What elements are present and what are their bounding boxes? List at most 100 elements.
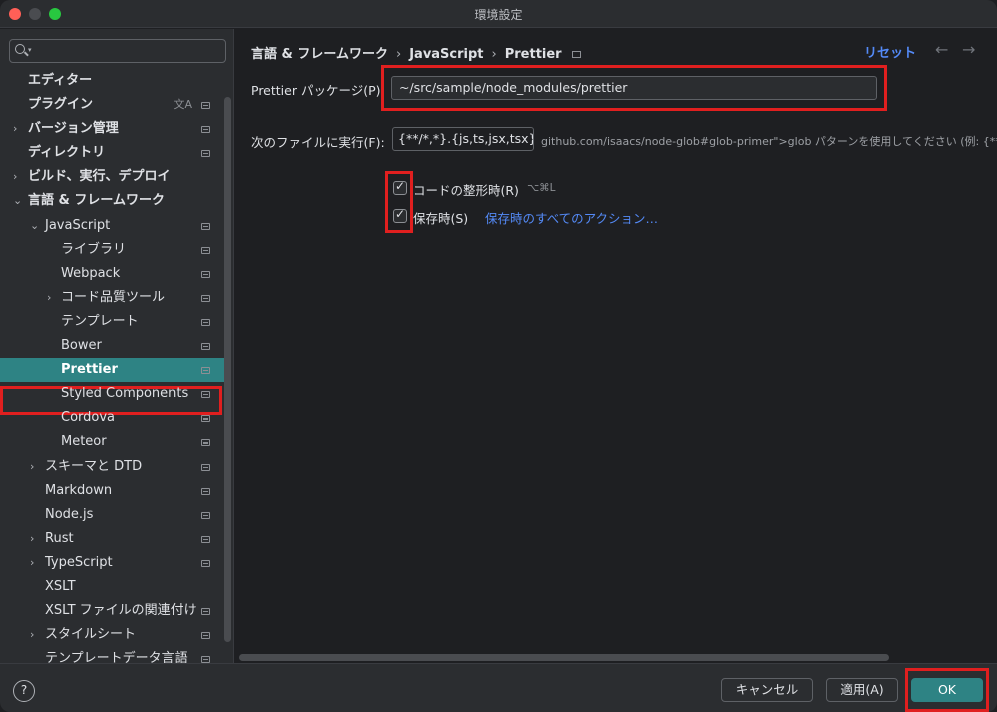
sidebar-item-label: Meteor: [61, 434, 107, 450]
breadcrumb: 言語 & フレームワーク › JavaScript › Prettier: [251, 43, 581, 62]
project-scope-icon: [201, 415, 210, 423]
settings-search-input[interactable]: ▾: [9, 39, 226, 63]
sidebar-item-label: バージョン管理: [28, 121, 119, 137]
sidebar-item-label: XSLT: [45, 578, 76, 594]
project-scope-icon: [201, 559, 210, 567]
reformat-shortcut: ⌥⌘L: [527, 182, 556, 194]
project-scope-icon: [201, 511, 210, 519]
sidebar-item[interactable]: ⌄ 言語 & フレームワーク: [0, 189, 224, 213]
sidebar-item-label: テンプレート: [61, 313, 139, 329]
ok-highlight-box: [905, 668, 989, 712]
sidebar-item[interactable]: › バージョン管理: [0, 117, 224, 141]
sidebar-item[interactable]: › スキーマと DTD: [0, 455, 224, 479]
breadcrumb-item[interactable]: JavaScript: [409, 47, 483, 62]
sidebar-item[interactable]: › ビルド、実行、デプロイ: [0, 165, 224, 189]
sidebar-item[interactable]: ディレクトリ: [0, 141, 224, 165]
chevron-right-icon[interactable]: ›: [30, 455, 34, 479]
project-scope-icon: [571, 51, 581, 58]
project-scope-icon: [201, 222, 210, 230]
dialog-footer: ? キャンセル 適用(A) OK: [0, 663, 997, 712]
project-scope-icon: [201, 487, 210, 495]
sidebar-item-label: エディター: [28, 73, 93, 88]
sidebar-item-label: XSLT ファイルの関連付け: [45, 603, 197, 619]
sidebar-item-label: ビルド、実行、デプロイ: [28, 169, 171, 185]
project-scope-icon: [201, 270, 210, 278]
sidebar-item[interactable]: Prettier: [0, 358, 224, 383]
forward-arrow-icon[interactable]: →: [962, 40, 975, 59]
chevron-down-icon[interactable]: ⌄: [30, 214, 39, 238]
prettier-package-label: Prettier パッケージ(P):: [251, 83, 385, 98]
on-save-label[interactable]: 保存時(S): [413, 208, 468, 227]
cancel-button[interactable]: キャンセル: [721, 678, 813, 702]
breadcrumb-item[interactable]: 言語 & フレームワーク: [251, 43, 388, 62]
project-scope-icon: [201, 343, 210, 351]
sidebar-item[interactable]: › TypeScript: [0, 551, 224, 575]
sidebar-item[interactable]: › スタイルシート: [0, 623, 224, 647]
sidebar-item[interactable]: › Rust: [0, 527, 224, 551]
sidebar-item[interactable]: Styled Components: [0, 382, 224, 406]
project-scope-icon: [201, 294, 210, 302]
sidebar-item[interactable]: ⌄ JavaScript: [0, 214, 224, 238]
chevron-right-icon[interactable]: ›: [30, 623, 34, 647]
preferences-window: 環境設定 ▾ エディター プラグイン 文A › バージョン管理 ディレクトリ › ビルド、実行…: [0, 0, 997, 712]
project-scope-icon: [201, 535, 210, 543]
back-arrow-icon[interactable]: ←: [935, 40, 948, 59]
sidebar-item-label: TypeScript: [45, 554, 113, 570]
sidebar-item-label: Webpack: [61, 265, 121, 281]
breadcrumb-item: Prettier: [504, 47, 562, 62]
checkbox-highlight-box: [385, 171, 413, 233]
sidebar-item[interactable]: Markdown: [0, 479, 224, 503]
chevron-right-icon[interactable]: ›: [13, 165, 17, 189]
sidebar-item[interactable]: テンプレート: [0, 310, 224, 334]
sidebar-item-label: スタイルシート: [45, 627, 137, 643]
sidebar-item-label: Prettier: [61, 362, 118, 378]
project-scope-icon: [201, 367, 210, 375]
sidebar-item[interactable]: Node.js: [0, 503, 224, 527]
sidebar-item[interactable]: Meteor: [0, 430, 224, 454]
chevron-right-icon[interactable]: ›: [47, 286, 51, 310]
sidebar-item-label: Node.js: [45, 506, 94, 522]
all-save-actions-link[interactable]: 保存時のすべてのアクション…: [485, 208, 658, 227]
chevron-down-icon: ▾: [28, 46, 32, 54]
chevron-right-icon[interactable]: ›: [30, 551, 34, 575]
sidebar-item[interactable]: XSLT: [0, 575, 224, 599]
help-button[interactable]: ?: [13, 680, 35, 702]
run-for-files-field[interactable]: {**/*,*}.{js,ts,jsx,tsx}: [392, 127, 534, 151]
main-horizontal-scrollbar[interactable]: [239, 654, 889, 661]
project-scope-icon: [201, 439, 210, 447]
sidebar-item[interactable]: XSLT ファイルの関連付け: [0, 599, 224, 623]
project-scope-icon: [201, 608, 210, 616]
sidebar-item-label: Bower: [61, 338, 102, 354]
sidebar-item[interactable]: プラグイン 文A: [0, 93, 224, 117]
project-scope-icon: [201, 318, 210, 326]
settings-sidebar: ▾ エディター プラグイン 文A › バージョン管理 ディレクトリ › ビルド、実行、デプロイ…: [0, 29, 234, 666]
search-icon: [15, 44, 25, 54]
sidebar-scrollbar[interactable]: [224, 97, 231, 642]
sidebar-item[interactable]: Webpack: [0, 262, 224, 286]
sidebar-item[interactable]: エディター: [0, 69, 224, 93]
chevron-down-icon[interactable]: ⌄: [13, 189, 22, 213]
sidebar-item[interactable]: Bower: [0, 334, 224, 358]
on-reformat-label[interactable]: コードの整形時(R): [413, 180, 519, 199]
sidebar-item[interactable]: Cordova: [0, 406, 224, 430]
sidebar-item[interactable]: ライブラリ: [0, 238, 224, 262]
chevron-right-icon[interactable]: ›: [30, 527, 34, 551]
package-field-highlight-box: [381, 65, 887, 111]
sidebar-item-label: Cordova: [61, 410, 116, 426]
project-scope-icon: [201, 126, 210, 134]
sidebar-item[interactable]: › コード品質ツール: [0, 286, 224, 310]
sidebar-item-label: ディレクトリ: [28, 145, 106, 161]
sidebar-item-label: スキーマと DTD: [45, 458, 143, 474]
sidebar-item-label: プラグイン: [28, 97, 94, 113]
reset-link[interactable]: リセット: [864, 42, 916, 61]
sidebar-item-label: ライブラリ: [61, 241, 127, 257]
chevron-right-icon: ›: [396, 47, 402, 62]
apply-button[interactable]: 適用(A): [826, 678, 898, 702]
settings-main-panel: 言語 & フレームワーク › JavaScript › Prettier リセット ← …: [235, 29, 997, 663]
window-title: 環境設定: [474, 8, 523, 22]
project-scope-icon: [201, 102, 210, 110]
run-for-files-hint: github.com/isaacs/node-glob#glob-primer"…: [541, 135, 997, 148]
sidebar-item-label: Rust: [45, 530, 74, 546]
chevron-right-icon[interactable]: ›: [13, 117, 17, 141]
title-bar: 環境設定: [0, 0, 997, 28]
